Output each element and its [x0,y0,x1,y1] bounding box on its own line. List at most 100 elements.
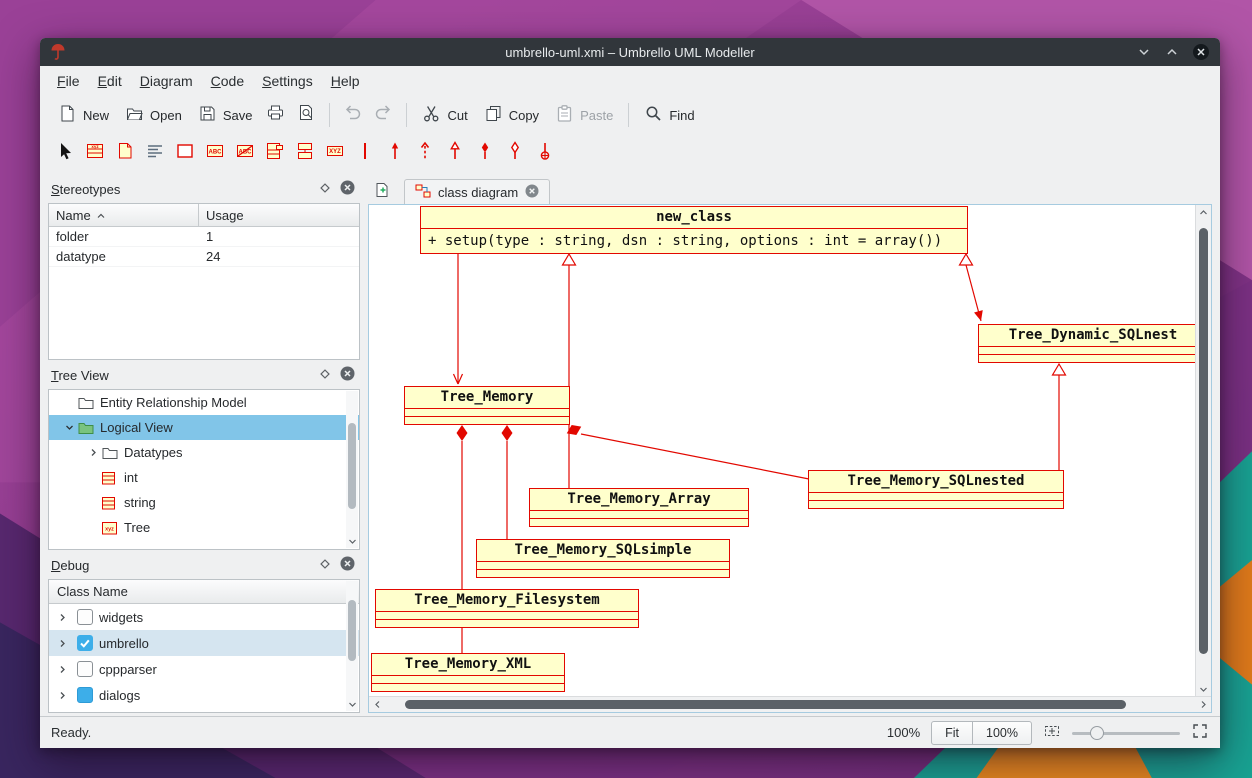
checkbox-unchecked[interactable] [77,661,93,677]
scrollbar-track[interactable] [385,697,1195,712]
interface-tool-button[interactable] [110,138,140,168]
window-titlebar[interactable]: umbrello-uml.xmi – Umbrello UML Modeller [40,38,1220,66]
chevron-right-icon[interactable] [85,447,102,458]
debug-item-umbrello[interactable]: umbrello [49,630,359,656]
scrollbar-thumb[interactable] [348,600,356,661]
print-preview-button[interactable] [291,99,322,131]
save-button[interactable]: Save [190,100,261,130]
pointer-tool-button[interactable] [50,138,80,168]
close-panel-icon[interactable] [340,556,355,574]
debug-item-widgets[interactable]: widgets [49,604,359,630]
uni-association-tool-button[interactable] [380,138,410,168]
chevron-right-icon[interactable] [54,638,71,649]
menu-settings[interactable]: Settings [253,68,322,94]
column-header-usage[interactable]: Usage [199,204,359,226]
diagram-canvas[interactable]: new_class+ setup(type : string, dsn : st… [369,205,1195,696]
menu-diagram[interactable]: Diagram [131,68,202,94]
zoom-slider[interactable] [1072,724,1180,742]
paste-button[interactable]: Paste [547,100,621,130]
menu-file[interactable]: File [48,68,89,94]
tree-item-tree[interactable]: xyz Tree [49,515,359,540]
scrollbar-track[interactable] [346,581,358,698]
scrollbar-thumb[interactable] [1199,228,1208,654]
text-lines-tool-button[interactable] [140,138,170,168]
stereotypes-panel-header[interactable]: Stereotypes [48,178,360,200]
uml-class-Tree_Memory_SQLsimple[interactable]: Tree_Memory_SQLsimple [476,539,730,578]
chevron-down-icon[interactable] [61,422,78,433]
dependency-tool-button[interactable] [410,138,440,168]
print-button[interactable] [260,99,291,131]
uml-class-Tree_Memory_Filesystem[interactable]: Tree_Memory_Filesystem [375,589,639,628]
scrollbar-track[interactable] [346,391,358,535]
find-button[interactable]: Find [636,100,702,130]
zoom-fit-button[interactable]: Fit [931,721,973,745]
scroll-down-icon[interactable] [1196,682,1211,696]
canvas-horizontal-scrollbar[interactable] [369,696,1211,712]
debug-scrollbar[interactable] [346,581,358,711]
chevron-right-icon[interactable] [54,664,71,675]
tree-item-string[interactable]: string [49,490,359,515]
close-panel-icon[interactable] [340,180,355,198]
scroll-left-icon[interactable] [369,697,385,712]
new-button[interactable]: New [50,100,117,130]
composition-tool-button[interactable] [470,138,500,168]
scroll-up-icon[interactable] [1196,205,1211,219]
tree-item-datatypes[interactable]: Datatypes [49,440,359,465]
float-panel-icon[interactable] [319,368,331,383]
uml-class-Tree_Memory_Array[interactable]: Tree_Memory_Array [529,488,749,527]
checkbox-partially-checked[interactable] [77,687,93,703]
template-class-tool-button[interactable] [260,138,290,168]
tree-item-logical-view[interactable]: Logical View [49,415,359,440]
uml-class-Tree_Memory_SQLnested[interactable]: Tree_Memory_SQLnested [808,470,1064,509]
checkbox-checked[interactable] [77,635,93,651]
maximize-icon[interactable] [1164,44,1180,60]
tab-class-diagram[interactable]: class diagram [404,179,550,204]
tab-close-icon[interactable] [525,184,539,201]
uml-class-Tree_Dynamic_SQLnest[interactable]: Tree_Dynamic_SQLnest [978,324,1195,363]
debug-item-cppparser[interactable]: cppparser [49,656,359,682]
zoom-slider-handle[interactable] [1090,726,1104,740]
table-row[interactable]: folder 1 [49,227,359,247]
menu-edit[interactable]: Edit [89,68,131,94]
close-panel-icon[interactable] [340,366,355,384]
entity-tool-button[interactable] [290,138,320,168]
column-header-name[interactable]: Name [49,204,199,226]
containment-tool-button[interactable] [530,138,560,168]
table-row[interactable]: datatype 24 [49,247,359,267]
scroll-down-icon[interactable] [348,535,357,548]
zoom-100-button[interactable]: 100% [972,721,1032,745]
scroll-down-icon[interactable] [348,698,357,711]
uml-class-Tree_Memory[interactable]: Tree_Memory [404,386,570,425]
float-panel-icon[interactable] [319,558,331,573]
uml-class-Tree_Memory_XML[interactable]: Tree_Memory_XML [371,653,565,692]
tree-view-panel-header[interactable]: Tree View [48,364,360,386]
checkbox-unchecked[interactable] [77,609,93,625]
chevron-right-icon[interactable] [54,612,71,623]
tree-item-entity-relationship-model[interactable]: Entity Relationship Model [49,390,359,415]
debug-panel-header[interactable]: Debug [48,554,360,576]
cut-button[interactable]: Cut [414,100,475,130]
scroll-right-icon[interactable] [1195,697,1211,712]
scrollbar-thumb[interactable] [405,700,1126,709]
expand-icon[interactable] [1191,722,1209,743]
label-tool-button[interactable]: ABC [230,138,260,168]
anchor-line-tool-button[interactable] [350,138,380,168]
class-tool-button[interactable]: xyz [80,138,110,168]
generalization-tool-button[interactable] [440,138,470,168]
note-tool-button[interactable]: ABC [200,138,230,168]
open-button[interactable]: Open [117,100,190,130]
float-panel-icon[interactable] [319,182,331,197]
undo-button[interactable] [337,99,368,131]
new-tab-button[interactable] [370,180,394,204]
scrollbar-thumb[interactable] [348,423,356,509]
menu-help[interactable]: Help [322,68,369,94]
debug-item-dialogs[interactable]: dialogs [49,682,359,708]
redo-button[interactable] [368,99,399,131]
copy-button[interactable]: Copy [476,100,547,130]
scrollbar-track[interactable] [1196,219,1211,682]
zoom-select-icon[interactable] [1043,722,1061,743]
uml-class-new_class[interactable]: new_class+ setup(type : string, dsn : st… [420,206,968,254]
tree-view-scrollbar[interactable] [346,391,358,548]
box-tool-button[interactable] [170,138,200,168]
menu-code[interactable]: Code [202,68,253,94]
